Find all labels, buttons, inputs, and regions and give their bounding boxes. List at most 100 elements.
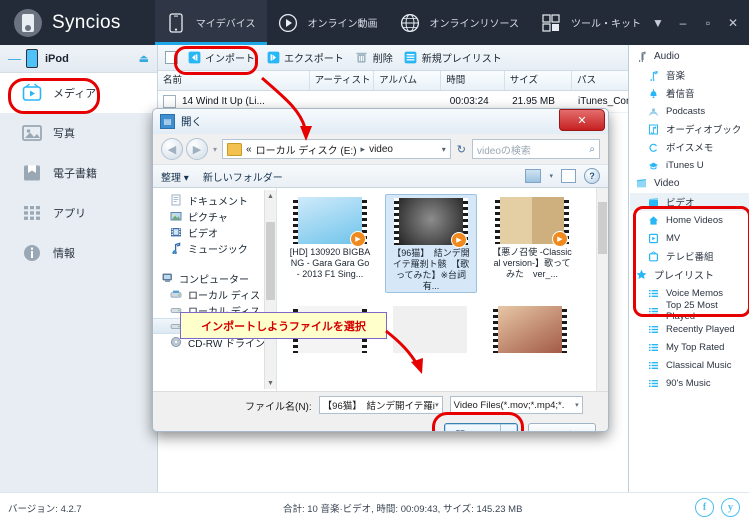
filetype-select[interactable]: Video Files(*.mov;*.mp4;*. ▾ [449, 396, 583, 414]
library-item-itunes-u[interactable]: iTunes U [630, 156, 749, 174]
playlist-item-top-25[interactable]: Top 25 Most Played [630, 300, 749, 322]
library-item-ringtones[interactable]: 着信音 [630, 84, 749, 102]
column-header-path[interactable]: パス [572, 71, 628, 90]
view-mode-caret-icon[interactable]: ▾ [549, 172, 553, 180]
library-item-podcasts[interactable]: Podcasts [630, 102, 749, 120]
cancel-button[interactable]: キャンセル [528, 423, 596, 431]
organize-label: 整理 [161, 172, 181, 184]
file-thumbnail: ▶ [394, 198, 468, 248]
column-header-artist[interactable]: アーティスト [310, 71, 375, 90]
playlist-icon [647, 305, 660, 318]
library-item-video[interactable]: ビデオ [630, 193, 749, 211]
device-row-ipod[interactable]: — iPod ⏏ [0, 45, 157, 73]
navpane-scroll-up-icon[interactable]: ▲ [265, 190, 276, 202]
file-item[interactable]: ▶ [HD] 130920 BIGBANG - Gara Gara Go - 2… [285, 194, 375, 293]
playlist-item-recently-played[interactable]: Recently Played [630, 320, 749, 338]
playlist-item-my-top-rated[interactable]: My Top Rated [630, 338, 749, 356]
playlist-item-90s-music[interactable]: 90's Music [630, 374, 749, 392]
sidebar-item-info[interactable]: 情報 [0, 233, 157, 273]
group-audio[interactable]: Audio [630, 47, 749, 66]
address-breadcrumb-bar[interactable]: « ローカル ディスク (E:) ▸ video ▾ [222, 139, 451, 159]
tab-my-device[interactable]: マイデバイス [154, 0, 267, 45]
library-item-home-videos[interactable]: Home Videos [630, 211, 749, 229]
menu-button[interactable]: ▼ [652, 17, 664, 29]
playlist-item-classical-music[interactable]: Classical Music [630, 356, 749, 374]
file-item[interactable] [385, 299, 475, 353]
cell-time: 00:03:24 [449, 96, 489, 107]
export-button[interactable]: エクスポート [266, 50, 344, 65]
back-button[interactable]: ◀ [161, 138, 183, 160]
tab-online-resource[interactable]: オンラインリソース [389, 0, 531, 45]
breadcrumb-segment-drive[interactable]: ローカル ディスク (E:) [256, 142, 357, 157]
navpane-scrollbar[interactable]: ▲ ▼ [264, 190, 276, 389]
sidebar-item-photos[interactable]: 写真 [0, 113, 157, 153]
filetype-dropdown-icon[interactable]: ▾ [575, 401, 579, 409]
navpane-item-pictures[interactable]: ピクチャ [153, 208, 276, 224]
minimize-button[interactable]: – [677, 17, 689, 29]
file-item[interactable]: ▶ 【悪ノ召使 -Classical version-】歌ってみた ver_..… [487, 194, 577, 293]
tab-toolkit[interactable]: ツール・キット [530, 0, 652, 45]
column-header-time[interactable]: 時間 [441, 71, 505, 90]
navpane-scroll-down-icon[interactable]: ▼ [265, 377, 276, 389]
library-item-voice-memos[interactable]: ボイスメモ [630, 138, 749, 156]
navpane-item-documents[interactable]: ドキュメント [153, 192, 276, 208]
breadcrumb-dropdown-icon[interactable]: ▾ [442, 145, 446, 154]
column-header-name[interactable]: 名前 [158, 71, 310, 90]
select-all-checkbox[interactable] [165, 51, 178, 64]
file-item[interactable]: ▶ 【96猫】 結ンデ開イテ羅刹ト骸 【歌ってみた】※台詞有... [385, 194, 477, 293]
sidebar-item-apps[interactable]: アプリ [0, 193, 157, 233]
maximize-button[interactable]: ▫ [702, 17, 714, 29]
close-button[interactable]: ✕ [727, 17, 739, 29]
history-dropdown-icon[interactable]: ▾ [213, 145, 217, 154]
library-item-audiobooks[interactable]: オーディオブック [630, 120, 749, 138]
organize-menu[interactable]: 整理 ▾ [161, 169, 189, 184]
help-icon[interactable]: ? [584, 168, 600, 184]
new-playlist-button[interactable]: 新規プレイリスト [404, 50, 502, 65]
file-thumbnail: ▶ [293, 197, 367, 247]
navpane-item-music[interactable]: ミュージック [153, 240, 276, 256]
preview-pane-icon[interactable] [561, 169, 576, 183]
breadcrumb-segment-folder[interactable]: video [369, 144, 393, 155]
import-button[interactable]: インポート [187, 50, 255, 65]
refresh-button[interactable]: ↻ [454, 143, 469, 156]
view-mode-icon[interactable] [525, 169, 542, 183]
navpane-item-computer[interactable]: コンピューター [153, 270, 276, 286]
sidebar-item-media[interactable]: メディア [0, 73, 157, 114]
collapse-icon[interactable]: — [8, 51, 21, 66]
cell-size: 21.95 MB [512, 96, 555, 107]
filename-dropdown-icon[interactable]: ▾ [435, 401, 439, 409]
sidebar-item-ebooks[interactable]: 電子書籍 [0, 153, 157, 193]
twitter-icon[interactable]: y [721, 498, 740, 517]
navpane-item-local-disk-c[interactable]: ローカル ディス [153, 286, 276, 302]
library-item-tv-shows[interactable]: テレビ番組 [630, 247, 749, 265]
column-header-size[interactable]: サイズ [505, 71, 572, 90]
search-input[interactable]: videoの検索 ⌕ [472, 139, 600, 159]
system-disk-icon [169, 288, 183, 301]
file-pane-scrollbar[interactable] [596, 188, 608, 391]
file-item[interactable] [485, 299, 575, 353]
new-folder-button[interactable]: 新しいフォルダー [203, 169, 283, 184]
tab-online-video[interactable]: オンライン動画 [267, 0, 389, 45]
group-playlist[interactable]: プレイリスト [630, 265, 749, 284]
navpane-scroll-thumb[interactable] [266, 222, 275, 300]
eject-icon[interactable]: ⏏ [139, 52, 149, 65]
group-video[interactable]: Video [630, 174, 749, 193]
filename-input[interactable]: 【96猫】 結ンデ開イテ羅i ▾ [318, 396, 443, 414]
home-video-icon [647, 214, 660, 227]
library-item-music[interactable]: 音楽 [630, 66, 749, 84]
navpane-item-videos[interactable]: ビデオ [153, 224, 276, 240]
playlist-icon [647, 359, 660, 372]
open-button[interactable]: 開く(O) ▾ [444, 423, 518, 431]
column-header-album[interactable]: アルバム [374, 71, 442, 90]
facebook-icon[interactable]: f [695, 498, 714, 517]
file-pane-scroll-thumb[interactable] [598, 202, 607, 254]
dialog-close-button[interactable]: ✕ [559, 109, 605, 131]
breadcrumb-overflow[interactable]: « [246, 144, 252, 155]
filename-label: ファイル名(N): [245, 401, 312, 413]
row-checkbox[interactable] [163, 95, 176, 108]
delete-button[interactable]: 削除 [355, 50, 393, 65]
forward-button[interactable]: ▶ [186, 138, 208, 160]
library-item-mv[interactable]: MV [630, 229, 749, 247]
group-playlist-label: プレイリスト [654, 271, 714, 282]
open-button-split-caret-icon[interactable]: ▾ [500, 424, 517, 431]
